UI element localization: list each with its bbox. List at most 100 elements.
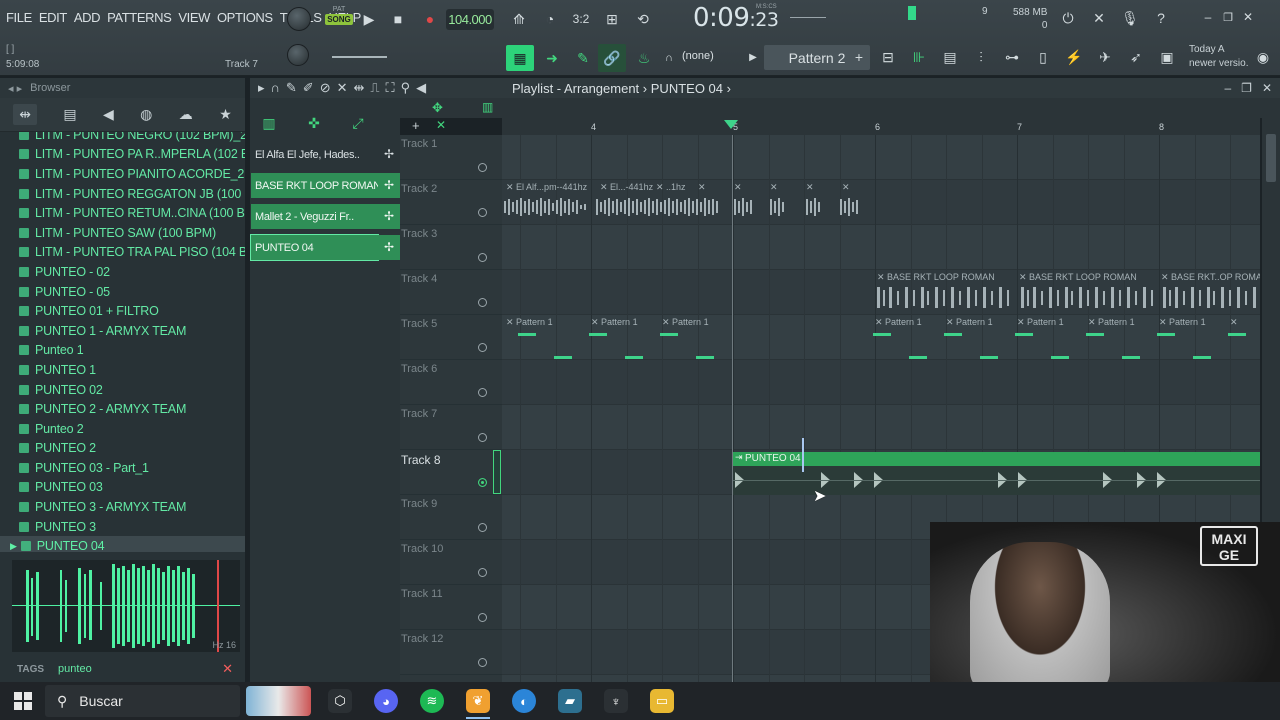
plugins-icon[interactable]: ✕ [1089, 8, 1109, 28]
track-mute-icon[interactable] [478, 568, 487, 577]
tools-icon[interactable]: ✈ [1094, 46, 1116, 68]
steam-icon[interactable]: ⬡ [328, 689, 352, 713]
stop-icon[interactable]: ■ [389, 10, 407, 28]
play-icon[interactable]: ▶ [360, 10, 378, 28]
track-header-5[interactable]: Track 5 [400, 315, 502, 360]
zoom-tool-icon[interactable]: ⚲ [401, 80, 411, 96]
minimize-icon[interactable]: – [1200, 9, 1216, 25]
browser-item[interactable]: PUNTEO 01 + FILTRO [0, 301, 245, 321]
playlist-menu-icon[interactable]: ▸ [258, 80, 265, 96]
link-icon[interactable]: 🔗 [598, 44, 626, 72]
select-tool-icon[interactable]: ⛶ [386, 80, 395, 96]
browser-icon[interactable]: ⊶ [1001, 46, 1023, 68]
loop-record-icon[interactable]: ⟲ [632, 9, 654, 29]
playlist-close-icon[interactable]: ✕ [1262, 81, 1272, 95]
browser-item[interactable]: PUNTEO - 05 [0, 282, 245, 302]
wait-input-icon[interactable]: ◔ [539, 9, 561, 29]
picker-expand-icon[interactable]: ✢ [378, 173, 400, 198]
file-explorer-icon[interactable]: ▭ [650, 689, 674, 713]
pattern-prev-icon[interactable]: ▶ [746, 48, 760, 66]
microphone-icon[interactable]: 🎙 [1120, 8, 1140, 28]
browser-item[interactable]: PUNTEO 02 [0, 380, 245, 400]
scrollbar-thumb[interactable] [1266, 134, 1276, 182]
menu-edit[interactable]: EDIT [39, 10, 67, 25]
track-mute-icon[interactable] [478, 253, 487, 262]
edge-icon[interactable]: ◐ [512, 689, 536, 713]
track-lane[interactable] [502, 360, 1260, 405]
slip-tool-icon[interactable]: ⇹ [354, 80, 365, 96]
delete-tool-icon[interactable]: ⊘ [320, 80, 331, 96]
picker-automation-icon[interactable]: ⤢ [348, 114, 368, 132]
playlist-maximize-icon[interactable]: ❐ [1241, 81, 1252, 95]
track-header-4[interactable]: Track 4 [400, 270, 502, 315]
browser-all-icon[interactable]: ⇹ [13, 104, 37, 125]
restore-icon[interactable]: ❐ [1220, 9, 1236, 25]
power-icon[interactable]: ⏻ [1058, 8, 1078, 28]
browser-arrows-icon[interactable]: ◂ ▸ [8, 82, 22, 95]
browser-item[interactable]: Punteo 2 [0, 419, 245, 439]
browser-item[interactable]: Punteo 1 [0, 341, 245, 361]
track-header-7[interactable]: Track 7 [400, 405, 502, 450]
picker-expand-icon[interactable]: ✢ [378, 204, 400, 229]
playlist-magnet-icon[interactable]: ∩ [271, 80, 280, 96]
browser-item[interactable]: PUNTEO 3 - ARMYX TEAM [0, 497, 245, 517]
slice-tool-icon[interactable]: ⎍ [370, 80, 379, 96]
menu-options[interactable]: OPTIONS [217, 10, 273, 25]
overview-icon[interactable]: ✥ [432, 100, 443, 116]
browser-item-selected[interactable]: ▶ PUNTEO 04 [0, 536, 245, 552]
mute-tool-icon[interactable]: ✕ [337, 80, 348, 96]
track-mute-icon[interactable] [478, 298, 487, 307]
track-header-1[interactable]: Track 1 [400, 135, 502, 180]
track-mute-icon[interactable] [478, 163, 487, 172]
mixer-icon[interactable]: ⫶ [970, 46, 992, 68]
browser-item[interactable]: LITM - PUNTEO TRA PAL PISO (104 BPM) [0, 243, 245, 263]
clip-close-icon[interactable]: ✕ [842, 182, 850, 193]
browser-item[interactable]: PUNTEO 1 - ARMYX TEAM [0, 321, 245, 341]
clip-menu-icon[interactable]: ⇥ [735, 452, 743, 463]
track-header-12[interactable]: Track 12 [400, 630, 502, 675]
browser-speaker-icon[interactable]: ◀ [103, 106, 114, 123]
track-select-indicator[interactable] [493, 450, 501, 494]
track-mute-icon[interactable] [478, 613, 487, 622]
picker-expand-icon[interactable]: ✢ [378, 142, 400, 167]
account-icon[interactable]: ◉ [1254, 48, 1272, 66]
add-pattern-icon[interactable]: + [851, 48, 867, 66]
browser-star-icon[interactable]: ★ [219, 106, 232, 123]
clip-close-icon[interactable]: ✕ [806, 182, 814, 193]
browser-item[interactable]: LITM - PUNTEO RETUM..CINA (100 BPM, E) [0, 203, 245, 223]
studio-app-icon[interactable]: ♆ [604, 689, 628, 713]
clip-close-icon[interactable]: ✕ [770, 182, 778, 193]
close-icon[interactable]: ✕ [1240, 9, 1256, 25]
track-header-2[interactable]: Track 2 [400, 180, 502, 225]
track-header-10[interactable]: Track 10 [400, 540, 502, 585]
stamp-icon[interactable]: ♨ [633, 47, 655, 69]
help-icon[interactable]: ? [1151, 8, 1171, 28]
picker-audio-icon[interactable]: ✜ [304, 114, 324, 132]
pencil-icon[interactable]: ✎ [572, 47, 594, 69]
add-track-icon[interactable]: + [412, 118, 420, 133]
playlist-minimize-icon[interactable]: – [1224, 81, 1231, 95]
playlist-mode-icon[interactable]: ▦ [506, 45, 534, 71]
audio-clip-track4[interactable]: ✕ BASE RKT LOOP ROMAN ✕ BASE RKT LOOP RO… [875, 270, 1260, 315]
track-mute-icon[interactable] [478, 208, 487, 217]
browser-item[interactable]: PUNTEO 03 [0, 478, 245, 498]
waveform-preview[interactable]: Hz 16 [12, 560, 240, 652]
playlist-icon[interactable]: ⊟ [877, 46, 899, 68]
track-mute-icon[interactable] [478, 523, 487, 532]
menu-add[interactable]: ADD [74, 10, 101, 25]
pat-song-toggle[interactable]: PAT SONG [325, 6, 353, 34]
pattern-bar-icon[interactable]: ▥ [482, 100, 493, 114]
shop-icon[interactable]: ▣ [1156, 46, 1178, 68]
arrow-right-icon[interactable]: ➜ [541, 47, 563, 69]
track-mute-icon[interactable] [478, 478, 487, 487]
spotify-icon[interactable]: ≋ [420, 689, 444, 713]
record-icon[interactable]: ● [421, 10, 439, 28]
track-header-9[interactable]: Track 9 [400, 495, 502, 540]
punteo-clip-header[interactable]: ⇥ PUNTEO 04 [733, 452, 1260, 466]
file-icon[interactable]: ▯ [1032, 46, 1054, 68]
metronome-icon[interactable]: ⟰ [508, 9, 530, 29]
master-volume-knob[interactable] [287, 7, 311, 31]
browser-plugin-icon[interactable]: ◍ [140, 106, 152, 123]
play-preview-icon[interactable]: ▶ [10, 541, 17, 552]
news-panel[interactable]: Today A newer versio. [1189, 43, 1248, 71]
